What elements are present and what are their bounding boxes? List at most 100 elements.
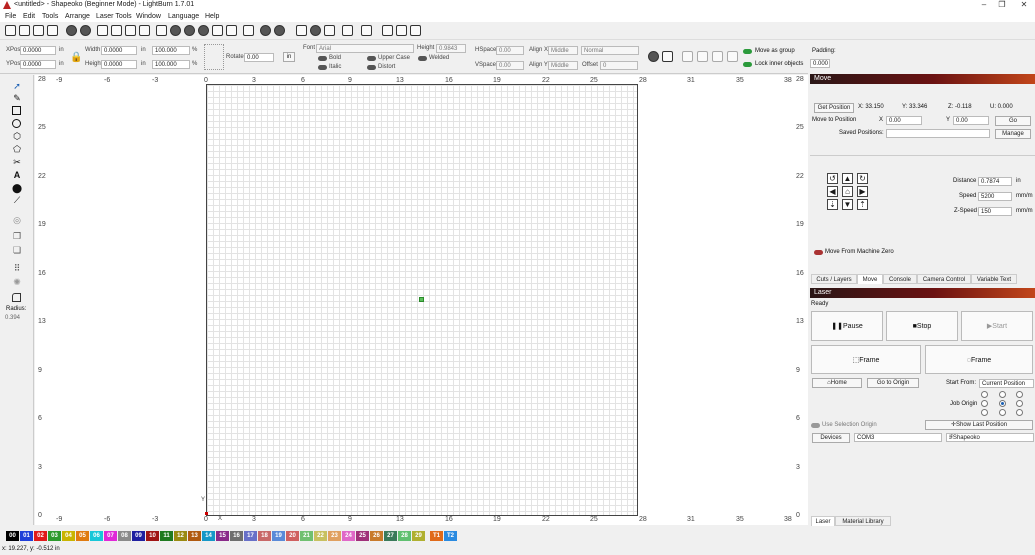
palette-swatch[interactable]: 00 (6, 531, 19, 541)
menu-laser-tools[interactable]: Laser Tools (96, 13, 132, 20)
text-mode-select[interactable]: Normal (581, 46, 639, 55)
tab-move[interactable]: Move (857, 274, 883, 284)
palette-swatch[interactable]: 19 (272, 531, 285, 541)
tab-material-library[interactable]: Material Library (835, 516, 891, 526)
stop-button[interactable]: ■Stop (886, 311, 958, 341)
polygon-tool-icon[interactable]: ⬡ (12, 131, 22, 141)
origin-bottom-left-radio[interactable] (981, 409, 988, 416)
palette-swatch[interactable]: 15 (216, 531, 229, 541)
ypos-field[interactable]: 0.0000 (20, 60, 56, 69)
origin-bottom-right-radio[interactable] (1016, 409, 1023, 416)
jog-down-icon[interactable]: ▼ (842, 199, 853, 210)
close-button[interactable]: ✕ (1015, 0, 1033, 11)
open-file-icon[interactable] (19, 25, 30, 36)
palette-swatch[interactable]: 21 (300, 531, 313, 541)
camera-icon[interactable] (226, 25, 237, 36)
machine-select[interactable]: ⭿Shapeoko (946, 433, 1034, 442)
hspace-field[interactable]: 0.00 (496, 46, 524, 55)
height-field[interactable]: 0.0000 (101, 60, 137, 69)
go-button[interactable]: Go (995, 116, 1031, 126)
palette-swatch[interactable]: 16 (230, 531, 243, 541)
palette-swatch[interactable]: 23 (328, 531, 341, 541)
settings-gear-icon[interactable] (260, 25, 271, 36)
palette-swatch[interactable]: 14 (202, 531, 215, 541)
import-icon[interactable] (47, 25, 58, 36)
align-center-icon[interactable] (697, 51, 708, 62)
move-from-zero-toggle[interactable] (814, 250, 823, 255)
tab-camera-control[interactable]: Camera Control (917, 274, 971, 284)
origin-top-center-radio[interactable] (999, 391, 1006, 398)
palette-swatch[interactable]: 11 (160, 531, 173, 541)
origin-center-radio[interactable] (999, 400, 1006, 407)
palette-swatch[interactable]: 27 (384, 531, 397, 541)
use-selection-origin-toggle[interactable] (811, 423, 820, 428)
pen-icon[interactable]: ✎ (12, 93, 22, 103)
boolean-icon[interactable] (648, 51, 659, 62)
origin-bottom-center-radio[interactable] (999, 409, 1006, 416)
start-from-select[interactable]: Current Position (979, 379, 1034, 388)
show-last-position-button[interactable]: ✛Show Last Position (925, 420, 1033, 430)
minimize-button[interactable]: – (975, 0, 993, 11)
flip-icon[interactable] (324, 25, 335, 36)
z-up-icon[interactable]: ⇡ (857, 199, 868, 210)
copy-along-icon[interactable]: ❐ (12, 231, 22, 241)
palette-swatch[interactable]: 10 (146, 531, 159, 541)
zoom-out-icon[interactable] (184, 25, 195, 36)
origin-mid-right-radio[interactable] (1016, 400, 1023, 407)
cut-icon[interactable] (97, 25, 108, 36)
monitor-icon[interactable] (243, 25, 254, 36)
palette-swatch[interactable]: 01 (20, 531, 33, 541)
radial-array-icon[interactable]: ✺ (12, 277, 22, 287)
position-marker-icon[interactable]: ⬤ (12, 183, 22, 193)
palette-swatch[interactable]: 13 (188, 531, 201, 541)
palette-swatch[interactable]: T1 (430, 531, 443, 541)
rotate-unit-button[interactable]: in (283, 52, 295, 62)
text-tool-icon[interactable]: A (12, 170, 22, 180)
manage-button[interactable]: Manage (995, 129, 1031, 139)
saved-positions-select[interactable] (886, 129, 990, 138)
palette-swatch[interactable]: T2 (444, 531, 457, 541)
palette-swatch[interactable]: 04 (62, 531, 75, 541)
align-y-select[interactable]: Middle (548, 61, 578, 70)
width-field[interactable]: 0.0000 (101, 46, 137, 55)
z-speed-field[interactable]: 150 (978, 207, 1012, 216)
go-to-origin-button[interactable]: Go to Origin (867, 378, 919, 388)
palette-swatch[interactable]: 12 (174, 531, 187, 541)
origin-top-right-radio[interactable] (1016, 391, 1023, 398)
undo-icon[interactable] (66, 25, 77, 36)
z-down-icon[interactable]: ⇣ (827, 199, 838, 210)
menu-file[interactable]: File (5, 13, 16, 20)
frame-rect-button[interactable]: ⬚Frame (811, 345, 921, 374)
group-icon[interactable] (296, 25, 307, 36)
arrange-icon[interactable] (396, 25, 407, 36)
palette-swatch[interactable]: 29 (412, 531, 425, 541)
port-select[interactable]: COM3 (854, 433, 942, 442)
grid-icon[interactable]: ⠿ (12, 263, 22, 273)
padding-field[interactable]: 0.000 (810, 59, 830, 68)
machine-icon[interactable] (662, 51, 673, 62)
corner-radius-icon[interactable] (12, 293, 21, 302)
array-icon[interactable]: ❏ (12, 245, 22, 255)
align-x-select[interactable]: Middle (548, 46, 578, 55)
bold-toggle[interactable] (318, 56, 327, 61)
move-y-field[interactable]: 0.00 (953, 116, 989, 125)
redo-icon[interactable] (80, 25, 91, 36)
distribute-icon[interactable] (382, 25, 393, 36)
palette-swatch[interactable]: 18 (258, 531, 271, 541)
italic-toggle[interactable] (318, 65, 327, 70)
move-as-group-toggle[interactable] (743, 49, 752, 54)
pause-button[interactable]: ❚❚Pause (811, 311, 883, 341)
palette-swatch[interactable]: 09 (132, 531, 145, 541)
zoom-in-icon[interactable] (170, 25, 181, 36)
menu-help[interactable]: Help (205, 13, 219, 20)
shape-tool-icon[interactable]: ⬠ (12, 144, 22, 154)
distance-field[interactable]: 0.7874 (978, 177, 1012, 186)
jog-up-icon[interactable]: ▲ (842, 173, 853, 184)
save-file-icon[interactable] (33, 25, 44, 36)
jog-left-icon[interactable]: ◀ (827, 186, 838, 197)
upper-case-toggle[interactable] (367, 56, 376, 61)
menu-window[interactable]: Window (136, 13, 161, 20)
offset-field[interactable]: 0 (600, 61, 638, 70)
maximize-button[interactable]: ❐ (993, 0, 1011, 11)
tab-laser[interactable]: Laser (811, 516, 835, 526)
